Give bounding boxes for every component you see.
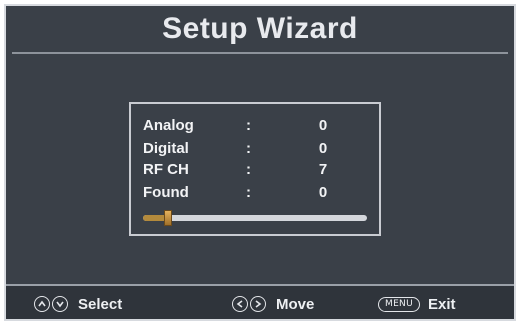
down-icon [52, 296, 68, 312]
up-icon [34, 296, 50, 312]
scan-progress-thumb [163, 210, 172, 226]
scan-row-value: 0 [318, 140, 328, 157]
move-hint: Move [232, 294, 314, 314]
exit-hint-label: Exit [427, 295, 456, 313]
exit-hint: MENU Exit [378, 294, 456, 314]
scan-row-analog: Analog : 0 [143, 116, 353, 136]
scan-row-label: Found [143, 184, 189, 201]
menu-key-icon: MENU [378, 296, 420, 312]
scan-row-separator: : [246, 184, 251, 201]
scan-row-separator: : [246, 140, 251, 157]
scan-row-rf-channel: RF CH : 7 [143, 160, 353, 180]
select-hint-label: Select [78, 295, 123, 313]
move-hint-label: Move [276, 295, 315, 313]
scan-progress-bar [143, 210, 367, 226]
scan-row-value: 0 [318, 184, 328, 201]
scan-row-value: 7 [318, 161, 328, 178]
scan-row-digital: Digital : 0 [143, 139, 353, 159]
page-title: Setup Wizard [162, 12, 358, 45]
scan-row-value: 0 [318, 117, 328, 134]
scan-row-label: Analog [143, 117, 194, 134]
select-hint: Select [34, 294, 122, 314]
setup-wizard-screen: Setup Wizard Analog : 0 Digital : 0 RF C… [4, 4, 516, 321]
left-icon [232, 296, 248, 312]
title-divider [12, 52, 508, 54]
footer-hint-bar: Select Move MENU Exit [6, 286, 514, 319]
scan-status-panel: Analog : 0 Digital : 0 RF CH : 7 Found :… [129, 102, 381, 236]
right-icon [250, 296, 266, 312]
scan-row-separator: : [246, 161, 251, 178]
scan-row-found: Found : 0 [143, 183, 353, 203]
scan-row-label: Digital [143, 140, 189, 157]
scan-row-label: RF CH [143, 161, 189, 178]
scan-row-separator: : [246, 117, 251, 134]
